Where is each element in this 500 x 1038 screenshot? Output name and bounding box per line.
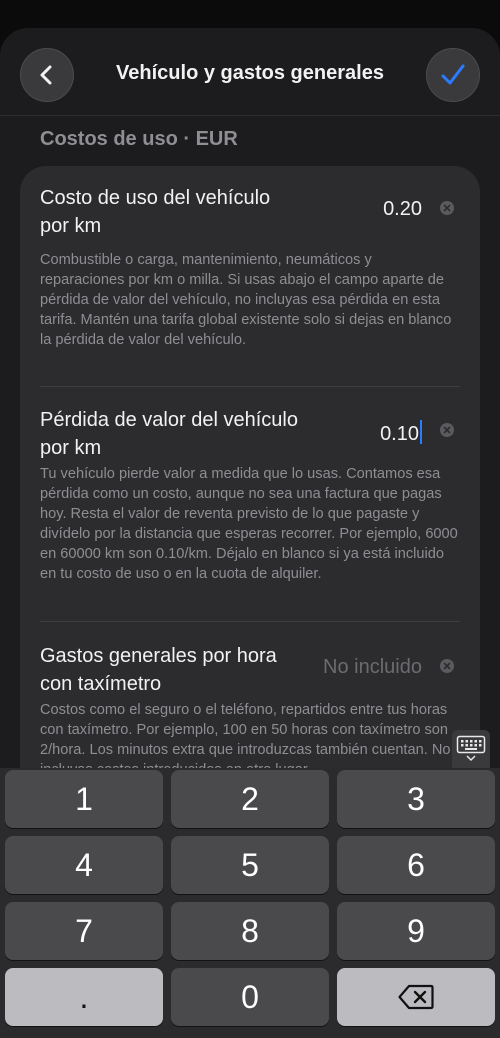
key-decimal[interactable]: .	[5, 968, 163, 1026]
overhead-label: Gastos generales por hora con taxímetro	[40, 645, 277, 695]
delete-key[interactable]	[337, 968, 495, 1026]
page-title: Vehículo y gastos generales	[116, 62, 384, 84]
key-0[interactable]: 0	[171, 968, 329, 1026]
checkmark-icon	[441, 64, 465, 85]
key-9[interactable]: 9	[337, 902, 495, 960]
key-6[interactable]: 6	[337, 836, 495, 894]
overhead-input[interactable]: No incluido	[323, 656, 422, 679]
depreciation-description: Tu vehículo pierde valor a medida que lo…	[40, 466, 458, 582]
keyboard-dismiss-icon	[456, 735, 486, 762]
sheet-header: Vehículo y gastos generales	[0, 28, 500, 116]
depreciation-row: Pérdida de valor del vehículo por km 0.1…	[40, 406, 460, 606]
clear-icon[interactable]	[440, 659, 454, 673]
vehicle-cost-label: Costo de uso del vehículo por km	[40, 187, 271, 237]
clear-icon[interactable]	[440, 423, 454, 437]
key-5[interactable]: 5	[171, 836, 329, 894]
key-1[interactable]: 1	[5, 770, 163, 828]
divider	[40, 621, 460, 622]
back-button[interactable]	[20, 48, 74, 102]
costs-card: Costo de uso del vehículo por km 0.20 Co…	[20, 166, 480, 826]
vehicle-cost-description: Combustible o carga, mantenimiento, neum…	[40, 252, 452, 348]
key-4[interactable]: 4	[5, 836, 163, 894]
backspace-icon	[398, 984, 434, 1010]
vehicle-cost-row: Costo de uso del vehículo por km 0.20 Co…	[40, 184, 460, 360]
key-8[interactable]: 8	[171, 902, 329, 960]
key-3[interactable]: 3	[337, 770, 495, 828]
vehicle-cost-input[interactable]: 0.20	[383, 198, 422, 221]
section-title: Costos de uso · EUR	[40, 128, 238, 150]
confirm-button[interactable]	[426, 48, 480, 102]
depreciation-input[interactable]: 0.10	[380, 420, 422, 446]
clear-icon[interactable]	[440, 201, 454, 215]
text-cursor	[420, 420, 422, 444]
numeric-keypad: 1 2 3 4 5 6 7 8 9 . 0	[0, 768, 500, 1038]
depreciation-value: 0.10	[380, 423, 419, 445]
divider	[40, 386, 460, 387]
key-7[interactable]: 7	[5, 902, 163, 960]
keyboard-dismiss-button[interactable]	[452, 730, 490, 768]
chevron-left-icon	[40, 65, 52, 85]
key-2[interactable]: 2	[171, 770, 329, 828]
depreciation-label: Pérdida de valor del vehículo por km	[40, 409, 298, 459]
